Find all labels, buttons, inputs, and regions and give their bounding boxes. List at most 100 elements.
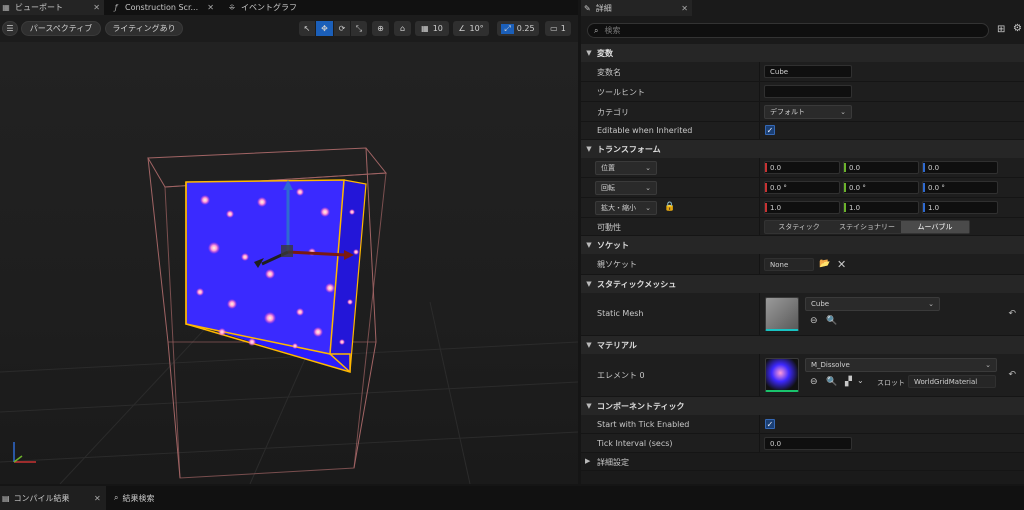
mobility-static-option[interactable]: スタティック <box>765 221 833 233</box>
mobility-segmented-control: スタティック ステイショナリー ムーバブル <box>764 220 970 234</box>
close-icon[interactable]: ✕ <box>207 3 214 12</box>
viewport-menu-button[interactable]: ☰ <box>2 21 18 36</box>
rotate-snap-button[interactable]: ∠ 10° <box>453 21 489 36</box>
tab-compile-results[interactable]: ▤ コンパイル結果 ✕ <box>0 486 106 510</box>
scale-y-field[interactable]: 1.0 <box>843 201 919 214</box>
viewport-tab-bar: ▦ ビューポート ✕ ƒ Construction Scr... ✕ ⁜ イベン… <box>0 0 578 15</box>
advanced-row[interactable]: ▶ 詳細設定 <box>581 453 1024 471</box>
mobility-movable-option[interactable]: ムーバブル <box>901 221 969 233</box>
settings-gear-icon[interactable]: ⚙ <box>1013 23 1022 34</box>
section-transform[interactable]: ▼ トランスフォーム <box>581 140 1024 158</box>
variable-name-row: 変数名 Cube <box>581 62 1024 82</box>
grid-snap-button[interactable]: ▦ 10 <box>415 21 449 36</box>
tooltip-label: ツールヒント <box>597 88 645 97</box>
use-selected-asset-icon[interactable]: ⊖ <box>810 316 818 326</box>
scale-mode-button[interactable]: ⤡ <box>351 21 367 36</box>
close-icon[interactable]: ✕ <box>93 3 100 12</box>
material-element-row: エレメント 0 M_Dissolve ⌄ ⊖ 🔍 ▞ ⌄ スロット WorldGr… <box>581 354 1024 397</box>
scale-snap-value: 0.25 <box>516 24 535 33</box>
viewport-panel: ▦ ビューポート ✕ ƒ Construction Scr... ✕ ⁜ イベン… <box>0 0 578 484</box>
lock-icon[interactable]: 🔒 <box>664 202 675 212</box>
section-static-mesh[interactable]: ▼ スタティックメッシュ <box>581 275 1024 293</box>
parent-socket-row: 親ソケット None 📂 ✕ <box>581 254 1024 275</box>
browse-asset-icon[interactable]: 🔍 <box>826 316 837 326</box>
chevron-down-icon: ⌄ <box>985 361 991 369</box>
surface-snap-button[interactable]: ⌂ <box>394 21 411 36</box>
lighting-button[interactable]: ライティングあり <box>105 21 183 36</box>
scale-z-field[interactable]: 1.0 <box>922 201 998 214</box>
rotation-dropdown[interactable]: 回転 ⌄ <box>595 181 657 195</box>
surface-snap-icon: ⌂ <box>399 24 406 33</box>
tab-label: 結果検索 <box>122 493 155 503</box>
chevron-right-icon: ▶ <box>585 457 591 465</box>
category-label: カテゴリ <box>597 108 629 117</box>
location-x-field[interactable]: 0.0 <box>764 161 840 174</box>
tab-event-graph[interactable]: ⁜ イベントグラフ <box>226 0 336 15</box>
rotation-label: 回転 <box>601 184 615 192</box>
parent-socket-label: 親ソケット <box>597 260 637 269</box>
location-dropdown[interactable]: 位置 ⌄ <box>595 161 657 175</box>
section-materials[interactable]: ▼ マテリアル <box>581 336 1024 354</box>
rotation-y-field[interactable]: 0.0 ° <box>843 181 919 194</box>
location-z-field[interactable]: 0.0 <box>922 161 998 174</box>
section-variable[interactable]: ▼ 変数 <box>581 44 1024 62</box>
category-dropdown[interactable]: デフォルト ⌄ <box>764 105 852 119</box>
tick-interval-field[interactable]: 0.0 <box>764 437 852 450</box>
world-icon: ⊕ <box>377 24 384 33</box>
table-view-icon[interactable]: ⊞ <box>997 24 1005 35</box>
rotate-icon: ⟳ <box>338 24 346 33</box>
parent-socket-field[interactable]: None <box>764 258 814 271</box>
rotation-x-field[interactable]: 0.0 ° <box>764 181 840 194</box>
checker-icon[interactable]: ▞ <box>845 377 852 387</box>
reset-icon[interactable]: ↶ <box>1008 309 1016 319</box>
material-value: M_Dissolve <box>811 361 850 369</box>
material-dropdown[interactable]: M_Dissolve ⌄ <box>805 358 997 372</box>
tab-find-results[interactable]: ⌕ 結果検索 <box>114 486 154 510</box>
scale-x-field[interactable]: 1.0 <box>764 201 840 214</box>
perspective-button[interactable]: パースペクティブ <box>21 21 101 36</box>
tab-details[interactable]: ✎ 詳細 ✕ <box>581 0 692 16</box>
tab-viewport[interactable]: ▦ ビューポート ✕ <box>0 0 104 15</box>
browse-asset-icon[interactable]: 🔍 <box>826 377 837 387</box>
clear-icon[interactable]: ✕ <box>837 258 846 271</box>
grid-snap-value: 10 <box>432 24 443 33</box>
static-mesh-dropdown[interactable]: Cube ⌄ <box>805 297 940 311</box>
coordinate-space-button[interactable]: ⊕ <box>372 21 389 36</box>
tab-label: コンパイル結果 <box>13 493 70 503</box>
3d-viewport[interactable] <box>0 42 578 484</box>
use-selected-asset-icon[interactable]: ⊖ <box>810 377 818 387</box>
chevron-down-icon[interactable]: ⌄ <box>857 376 864 385</box>
close-icon[interactable]: ✕ <box>94 494 101 503</box>
scale-snap-button[interactable]: ⤢ 0.25 <box>497 21 539 36</box>
static-mesh-thumbnail[interactable] <box>765 297 799 331</box>
select-mode-button[interactable]: ↖ <box>299 21 315 36</box>
search-input[interactable]: ⌕ 検索 <box>587 23 989 38</box>
camera-icon: ▭ <box>550 24 558 33</box>
material-thumbnail[interactable] <box>765 358 799 392</box>
rotate-mode-button[interactable]: ⟳ <box>334 21 350 36</box>
reset-icon[interactable]: ↶ <box>1008 370 1016 380</box>
tooltip-field[interactable] <box>764 85 852 98</box>
translate-mode-button[interactable]: ✥ <box>316 21 333 36</box>
section-socket[interactable]: ▼ ソケット <box>581 236 1024 254</box>
section-title: マテリアル <box>597 340 637 350</box>
chevron-down-icon: ⌄ <box>645 184 651 192</box>
chevron-down-icon: ▼ <box>586 49 592 57</box>
location-y-field[interactable]: 0.0 <box>843 161 919 174</box>
start-tick-checkbox[interactable]: ✓ <box>765 419 775 429</box>
scale-dropdown[interactable]: 拡大・縮小 ⌄ <box>595 201 657 215</box>
tab-construction-script[interactable]: ƒ Construction Scr... ✕ <box>110 0 218 15</box>
camera-speed-button[interactable]: ▭ 1 <box>545 21 571 36</box>
scale-row: 拡大・縮小 ⌄ 🔒 1.0 1.0 1.0 <box>581 198 1024 218</box>
browse-socket-icon[interactable]: 📂 <box>819 259 830 269</box>
editable-inherited-checkbox[interactable]: ✓ <box>765 125 775 135</box>
close-icon[interactable]: ✕ <box>681 4 688 13</box>
variable-name-field[interactable]: Cube <box>764 65 852 78</box>
mobility-stationary-option[interactable]: ステイショナリー <box>833 221 901 233</box>
slot-field[interactable]: WorldGridMaterial <box>908 375 996 388</box>
details-panel: ✎ 詳細 ✕ ⌕ 検索 ⊞ ⚙ ▼ 変数 変数名 Cube ツールヒント カテゴリ… <box>581 0 1024 484</box>
section-component-tick[interactable]: ▼ コンポーネントティック <box>581 397 1024 415</box>
rotation-z-field[interactable]: 0.0 ° <box>922 181 998 194</box>
viewport-scene <box>0 147 578 484</box>
compile-results-icon: ▤ <box>2 493 10 503</box>
